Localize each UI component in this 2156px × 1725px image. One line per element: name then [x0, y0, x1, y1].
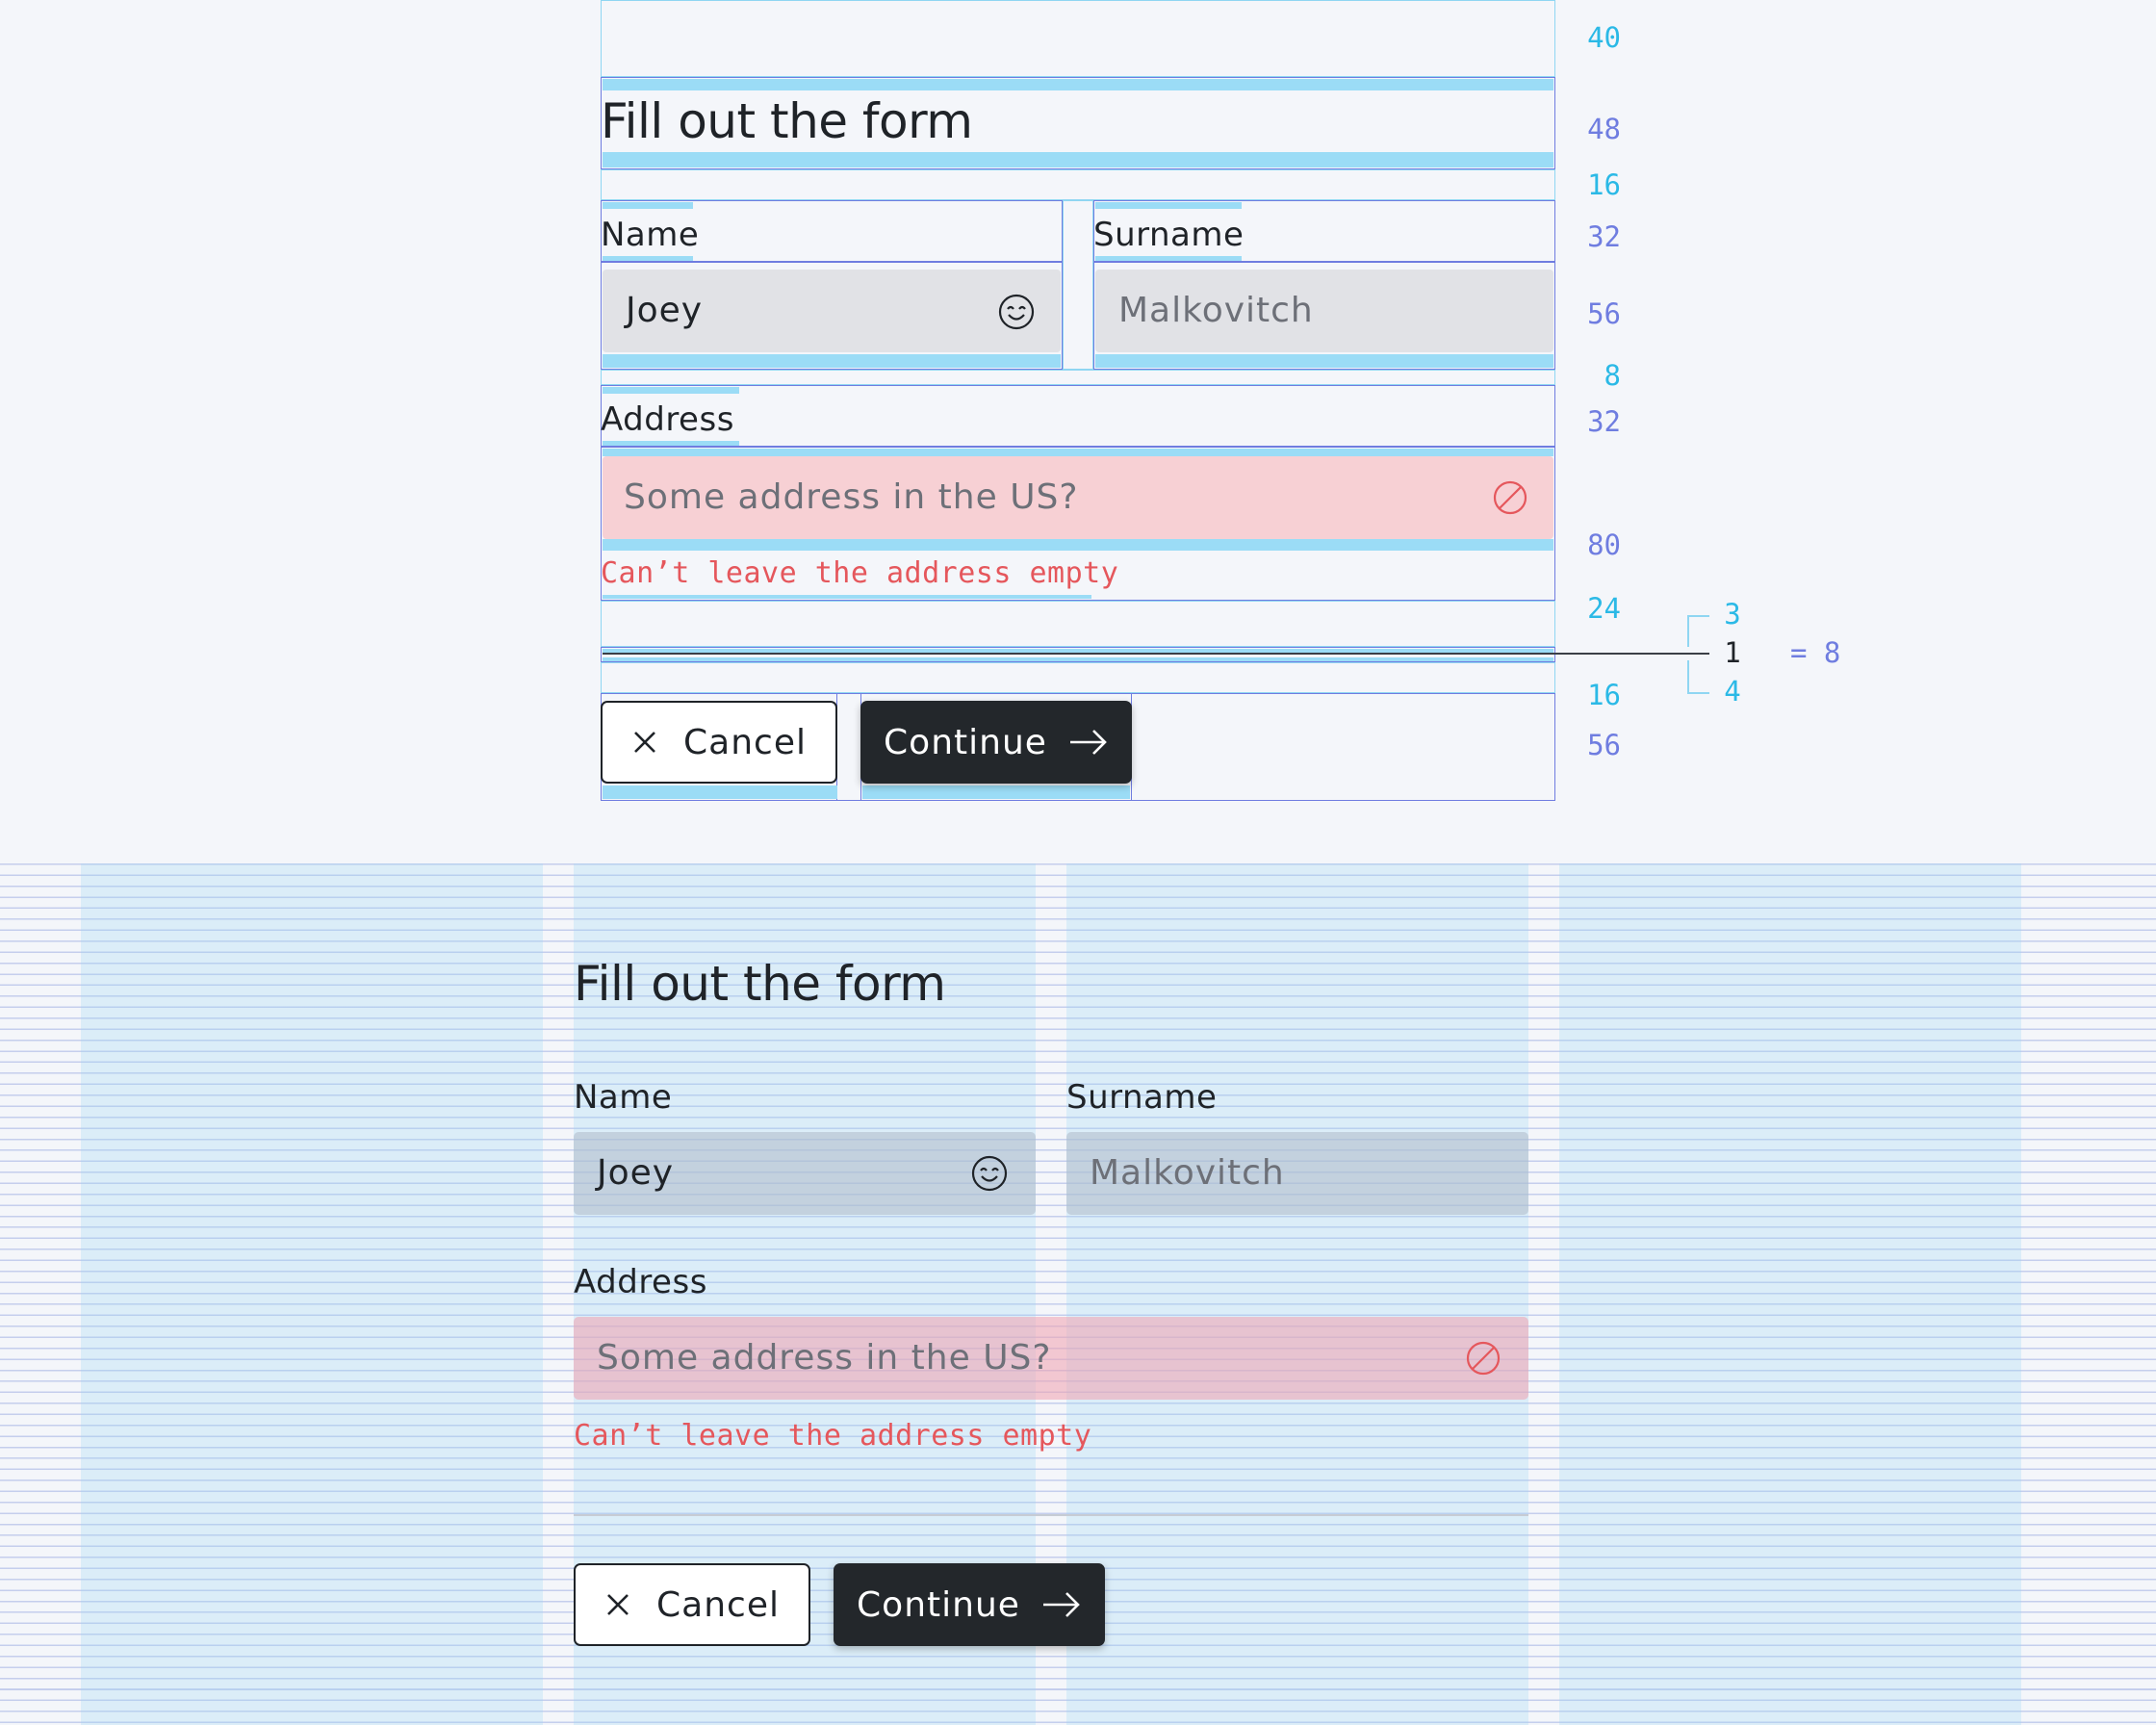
spec-continue-button[interactable]: Continue — [860, 701, 1132, 784]
continue-button[interactable]: Continue — [834, 1563, 1105, 1646]
surname-placeholder: Malkovitch — [1090, 1153, 1285, 1193]
spec-name-input[interactable]: Joey — [603, 270, 1061, 352]
spacing-value: 32 — [1587, 405, 1621, 438]
spacing-value: 24 — [1587, 592, 1621, 625]
grid-column — [1066, 863, 1528, 1725]
address-input[interactable]: Some address in the US? — [574, 1317, 1528, 1400]
name-input[interactable]: Joey — [574, 1132, 1036, 1215]
divider — [574, 1514, 1528, 1516]
divider-breakdown-value: 4 — [1724, 675, 1741, 708]
continue-label: Continue — [857, 1584, 1020, 1625]
spec-top-spacing — [601, 0, 1555, 77]
blocked-icon — [1465, 1340, 1502, 1380]
address-label: Address — [574, 1263, 707, 1301]
spacing-value: 80 — [1587, 528, 1621, 561]
spacing-value: 56 — [1587, 729, 1621, 761]
spacing-value: 32 — [1587, 220, 1621, 253]
close-icon — [631, 729, 658, 756]
arrow-right-icon — [1041, 1590, 1082, 1619]
grid-column — [1559, 863, 2021, 1725]
spec-surname-input[interactable]: Malkovitch — [1095, 270, 1553, 352]
divider-breakdown-value: 1 — [1724, 636, 1741, 669]
spacing-value: 48 — [1587, 113, 1621, 145]
spec-form-title: Fill out the form — [601, 93, 973, 149]
cancel-label: Cancel — [656, 1584, 780, 1625]
spec-cancel-label: Cancel — [683, 722, 807, 762]
surname-input[interactable]: Malkovitch — [1066, 1132, 1528, 1215]
address-error: Can’t leave the address empty — [574, 1419, 1092, 1453]
spec-name-label: Name — [601, 216, 700, 254]
spec-surname-placeholder: Malkovitch — [1118, 291, 1314, 330]
spec-continue-label: Continue — [884, 722, 1047, 762]
divider-bracket — [1687, 615, 1709, 694]
spec-surname-label: Surname — [1093, 216, 1245, 254]
spacing-value: 8 — [1604, 359, 1621, 392]
spacing-value: 16 — [1587, 168, 1621, 201]
spec-divider-line — [603, 653, 1709, 655]
spacing-value: 16 — [1587, 679, 1621, 711]
cancel-button[interactable]: Cancel — [574, 1563, 810, 1646]
spec-address-input[interactable]: Some address in the US? — [603, 456, 1553, 539]
name-value: Joey — [597, 1153, 675, 1193]
form-title: Fill out the form — [574, 956, 946, 1012]
spec-address-error: Can’t leave the address empty — [601, 556, 1119, 590]
spec-name-value: Joey — [626, 291, 704, 330]
divider-breakdown-value: 3 — [1724, 598, 1741, 631]
address-placeholder: Some address in the US? — [597, 1338, 1052, 1377]
blocked-icon — [1492, 479, 1528, 520]
spec-address-label: Address — [601, 400, 734, 439]
close-icon — [604, 1591, 631, 1618]
spacing-value: 40 — [1587, 21, 1621, 54]
smiley-icon — [997, 293, 1036, 335]
smiley-icon — [970, 1154, 1009, 1197]
grid-column — [81, 863, 543, 1725]
spec-address-placeholder: Some address in the US? — [624, 477, 1079, 517]
divider-total: = 8 — [1790, 636, 1841, 669]
name-label: Name — [574, 1078, 673, 1117]
surname-label: Surname — [1066, 1078, 1218, 1117]
arrow-right-icon — [1068, 728, 1109, 757]
spacing-value: 56 — [1587, 297, 1621, 330]
spec-cancel-button[interactable]: Cancel — [601, 701, 837, 784]
